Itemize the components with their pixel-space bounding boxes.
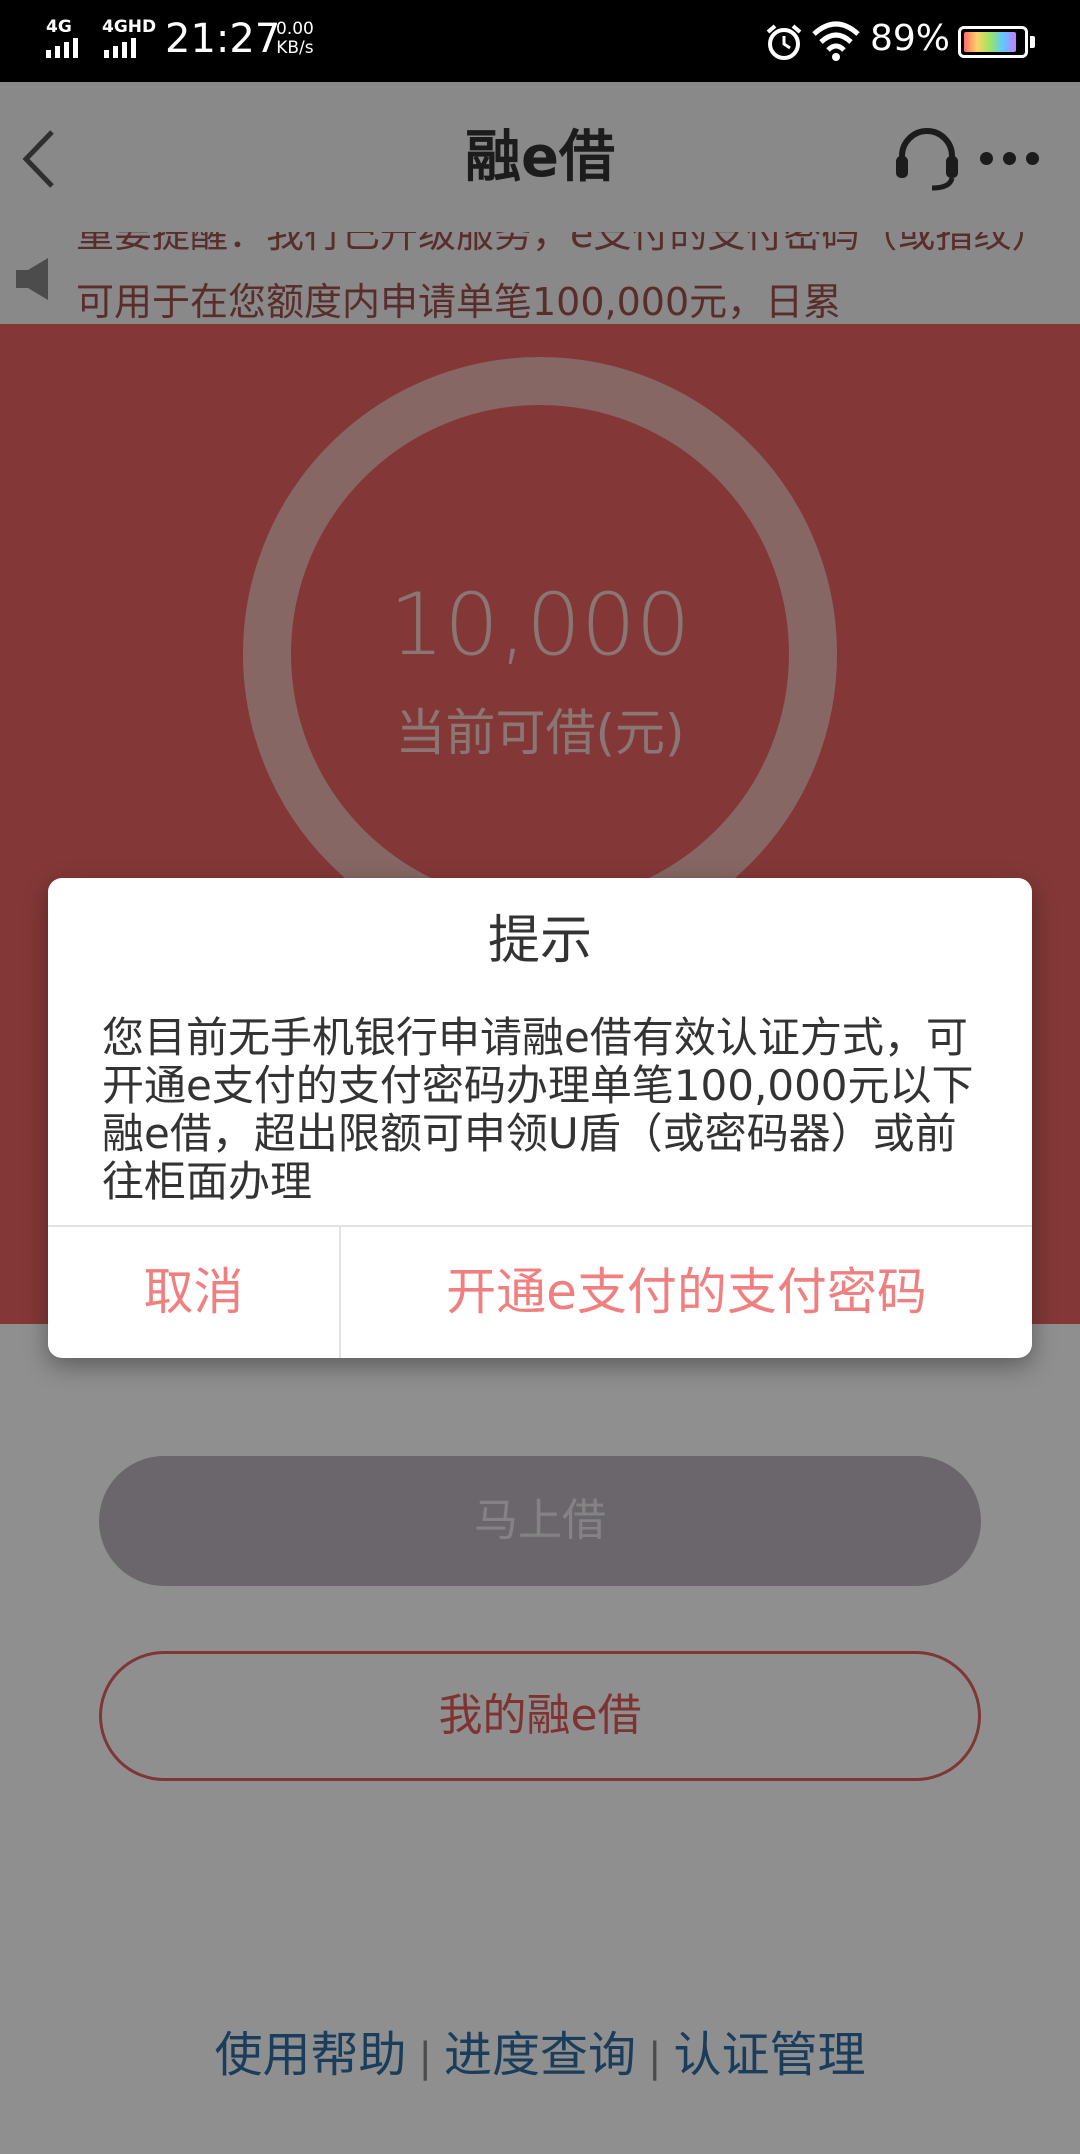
- enable-payment-password-button[interactable]: 开通e支付的支付密码: [341, 1227, 1032, 1358]
- network-speed-unit: KB/s: [276, 38, 314, 58]
- alert-dialog: 提示 您目前无手机银行申请融e借有效认证方式，可开通e支付的支付密码办理单笔10…: [48, 878, 1032, 1358]
- cancel-button[interactable]: 取消: [48, 1227, 339, 1358]
- network-speed-value: 0.00: [276, 19, 314, 39]
- battery-icon: [958, 26, 1028, 58]
- network-speed: 0.00 KB/s: [276, 20, 314, 58]
- dialog-message: 您目前无手机银行申请融e借有效认证方式，可开通e支付的支付密码办理单笔100,0…: [102, 1013, 974, 1206]
- battery-percent: 89%: [870, 18, 951, 59]
- network-type-1: 4G: [46, 17, 72, 37]
- signal-icon: [104, 38, 136, 58]
- clock: 21:27: [165, 16, 281, 62]
- network-type-2: 4GHD: [102, 17, 157, 37]
- status-bar: 4G 4GHD 21:27 0.00 KB/s 89%: [0, 0, 1080, 82]
- signal-icon: [46, 38, 78, 58]
- battery-tip: [1030, 36, 1035, 48]
- wifi-icon: [812, 21, 860, 61]
- dialog-title: 提示: [487, 911, 592, 971]
- alarm-icon: [766, 24, 802, 60]
